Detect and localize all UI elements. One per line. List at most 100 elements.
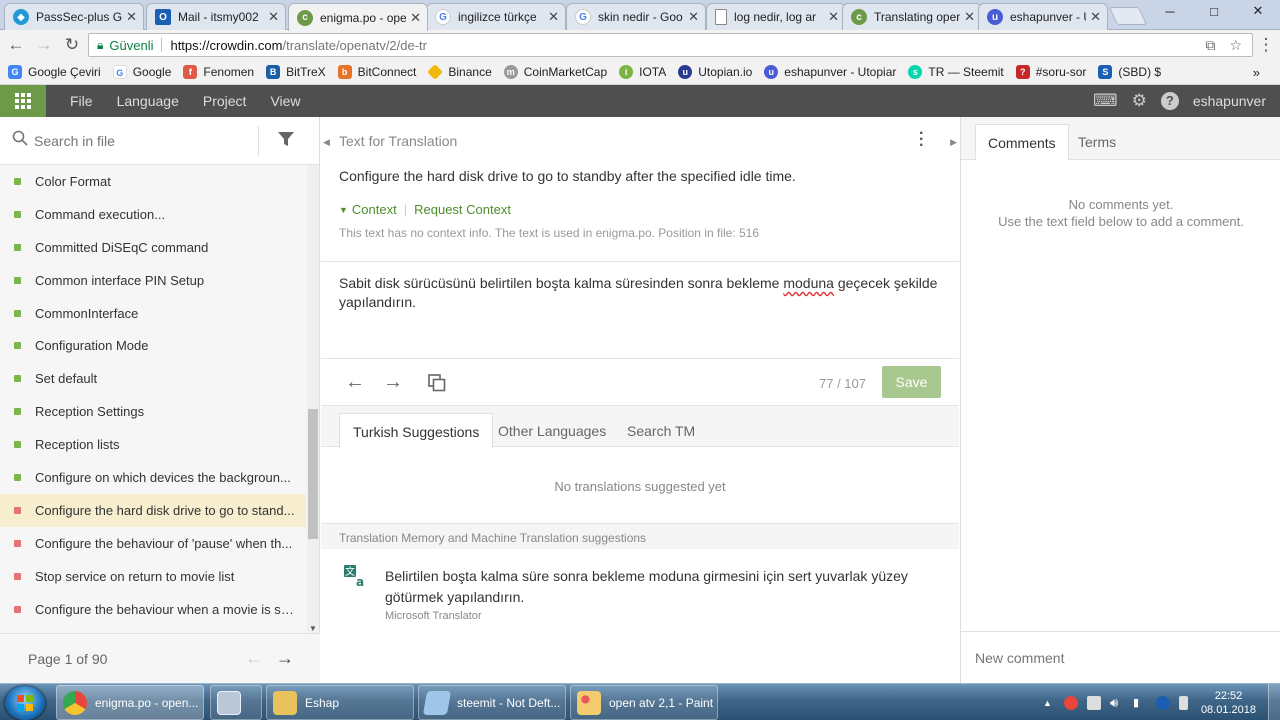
browser-tab[interactable]: ◆ PassSec-plus Ge ✕	[4, 3, 144, 30]
request-context-link[interactable]: Request Context	[414, 202, 511, 217]
taskbar-item-paint[interactable]: open atv 2,1 - Paint	[570, 685, 718, 720]
bookmark-item[interactable]: B BitTreX	[266, 65, 326, 79]
browser-tab[interactable]: u eshapunver - Ut ✕	[978, 3, 1108, 30]
string-list-item[interactable]: Stop service on return to movie list	[0, 560, 306, 593]
string-list-item[interactable]: Reception Settings	[0, 395, 306, 428]
close-icon[interactable]: ✕	[410, 10, 421, 26]
new-tab-button[interactable]	[1108, 7, 1148, 25]
taskbar-item-notepad[interactable]: steemit - Not Deft...	[418, 685, 566, 720]
bookmarks-overflow-button[interactable]: »	[1253, 65, 1260, 80]
bookmark-item[interactable]: b BitConnect	[337, 65, 416, 79]
string-list-item[interactable]: Common interface PIN Setup	[0, 264, 306, 297]
bookmark-item[interactable]: f Fenomen	[183, 65, 254, 79]
machine-translation-suggestion[interactable]: Belirtilen boşta kalma süre sonra beklem…	[385, 566, 925, 608]
action-center-icon[interactable]	[1086, 695, 1101, 710]
collapse-right-icon[interactable]: ▶	[950, 137, 957, 148]
bookmark-item[interactable]: G Google Çeviri	[8, 65, 101, 79]
menu-icon[interactable]: ⋮	[1252, 35, 1280, 55]
collapse-left-icon[interactable]: ◀	[323, 137, 330, 148]
bookmark-item[interactable]: G Google	[112, 65, 171, 79]
star-icon[interactable]: ☆	[1229, 37, 1242, 54]
string-list-item[interactable]: Configure on which devices the backgroun…	[0, 461, 306, 494]
taskbar-item-chrome[interactable]: enigma.po - open...	[56, 685, 204, 720]
battery-icon[interactable]	[1178, 695, 1188, 710]
menu-project[interactable]: Project	[203, 93, 247, 109]
filter-icon[interactable]	[277, 130, 295, 151]
maximize-button[interactable]: □	[1192, 0, 1236, 22]
reload-icon[interactable]: ↻	[58, 35, 86, 55]
close-icon[interactable]: ✕	[126, 9, 137, 25]
minimize-button[interactable]: ─	[1148, 0, 1192, 22]
strings-scrollbar[interactable]: ▼	[307, 165, 319, 633]
start-button[interactable]	[5, 686, 45, 720]
new-comment-input[interactable]	[975, 650, 1265, 666]
browser-tab[interactable]: G skin nedir - Goo ✕	[566, 3, 706, 30]
copy-source-icon[interactable]	[427, 373, 447, 399]
close-icon[interactable]: ✕	[828, 9, 839, 25]
address-bar[interactable]: 🔒︎ Güvenli https://crowdin.com/translate…	[88, 33, 1253, 57]
string-list-item[interactable]: Color Format	[0, 165, 306, 198]
bookmark-item[interactable]: u eshapunver - Utopiar	[764, 65, 896, 79]
bookmark-item[interactable]: i IOTA	[619, 65, 666, 79]
next-string-icon[interactable]: →	[383, 371, 403, 394]
show-desktop-button[interactable]	[1268, 684, 1280, 720]
tab-turkish-suggestions[interactable]: Turkish Suggestions	[339, 413, 494, 449]
previous-string-icon[interactable]: ←	[345, 371, 365, 394]
tab-terms[interactable]: Terms	[1066, 124, 1128, 161]
menu-file[interactable]: File	[70, 93, 93, 109]
string-list-item[interactable]: Configure the hard disk drive to go to s…	[0, 493, 306, 527]
close-icon[interactable]: ✕	[548, 9, 559, 25]
more-options-icon[interactable]: · · ·	[919, 126, 924, 154]
bluetooth-icon[interactable]	[1155, 695, 1170, 710]
forward-arrow-icon[interactable]: →	[30, 35, 58, 55]
next-page-icon[interactable]: →	[276, 648, 294, 669]
bookmark-item[interactable]: S (SBD) $	[1098, 65, 1161, 79]
chrome-tray-icon[interactable]	[1063, 695, 1078, 710]
search-input[interactable]	[34, 132, 254, 149]
close-icon[interactable]: ✕	[688, 9, 699, 25]
keyboard-icon[interactable]: ⌨	[1093, 91, 1118, 111]
tab-other-languages[interactable]: Other Languages	[485, 413, 619, 449]
gear-icon[interactable]: ⚙	[1132, 91, 1147, 111]
close-icon[interactable]: ✕	[964, 9, 975, 25]
close-icon[interactable]: ✕	[268, 9, 279, 25]
taskbar-item-calculator[interactable]	[210, 685, 262, 720]
menu-language[interactable]: Language	[117, 93, 179, 109]
bookmark-item[interactable]: s TR — Steemit	[908, 65, 1004, 79]
string-list-item[interactable]: Set default	[0, 362, 306, 395]
translate-icon[interactable]: ⧉	[1205, 37, 1215, 54]
volume-icon[interactable]: 🔊︎	[1110, 695, 1124, 710]
browser-tab[interactable]: O Mail - itsmy002 ✕	[146, 3, 286, 30]
string-list-item[interactable]: Configuration Mode	[0, 329, 306, 362]
taskbar-item-explorer[interactable]: Eshap	[266, 685, 414, 720]
tray-expand-icon[interactable]: ▲	[1043, 698, 1052, 708]
browser-tab[interactable]: c Translating oper ✕	[842, 3, 982, 30]
tab-search-tm[interactable]: Search TM	[614, 413, 708, 449]
menu-view[interactable]: View	[270, 93, 300, 109]
back-arrow-icon[interactable]: ←	[2, 35, 30, 55]
apps-grid-button[interactable]	[0, 85, 46, 117]
network-icon[interactable]: ▮	[1133, 696, 1147, 710]
browser-tab[interactable]: G ingilizce türkçe ✕	[426, 3, 566, 30]
string-list-item[interactable]: Committed DiSEqC command	[0, 231, 306, 264]
clock[interactable]: 22:52 08.01.2018	[1201, 689, 1256, 717]
previous-page-icon[interactable]: ←	[245, 648, 263, 669]
username[interactable]: eshapunver	[1193, 93, 1266, 109]
bookmark-item[interactable]: m CoinMarketCap	[503, 65, 607, 79]
string-list-item[interactable]: CommonInterface	[0, 297, 306, 330]
save-button[interactable]: Save	[882, 366, 941, 398]
bookmark-item[interactable]: u Utopian.io	[678, 65, 752, 79]
help-icon[interactable]: ?	[1160, 92, 1179, 110]
bookmark-item[interactable]: Binance	[427, 64, 492, 80]
context-toggle[interactable]: Context	[352, 202, 397, 217]
browser-tab[interactable]: log nedir, log ar ✕	[706, 3, 846, 30]
string-list-item[interactable]: Command execution...	[0, 198, 306, 231]
string-list-item[interactable]: Configure the behaviour of 'pause' when …	[0, 527, 306, 560]
close-icon[interactable]: ✕	[1090, 9, 1101, 25]
string-list-item[interactable]: Configure the behaviour when a movie is …	[0, 593, 306, 626]
scrollbar-thumb[interactable]	[308, 409, 318, 539]
scroll-down-icon[interactable]: ▼	[309, 624, 317, 633]
close-window-button[interactable]: ✕	[1236, 0, 1280, 22]
tab-comments[interactable]: Comments	[975, 124, 1069, 161]
browser-tab-active[interactable]: c enigma.po - ope ✕	[288, 3, 428, 31]
